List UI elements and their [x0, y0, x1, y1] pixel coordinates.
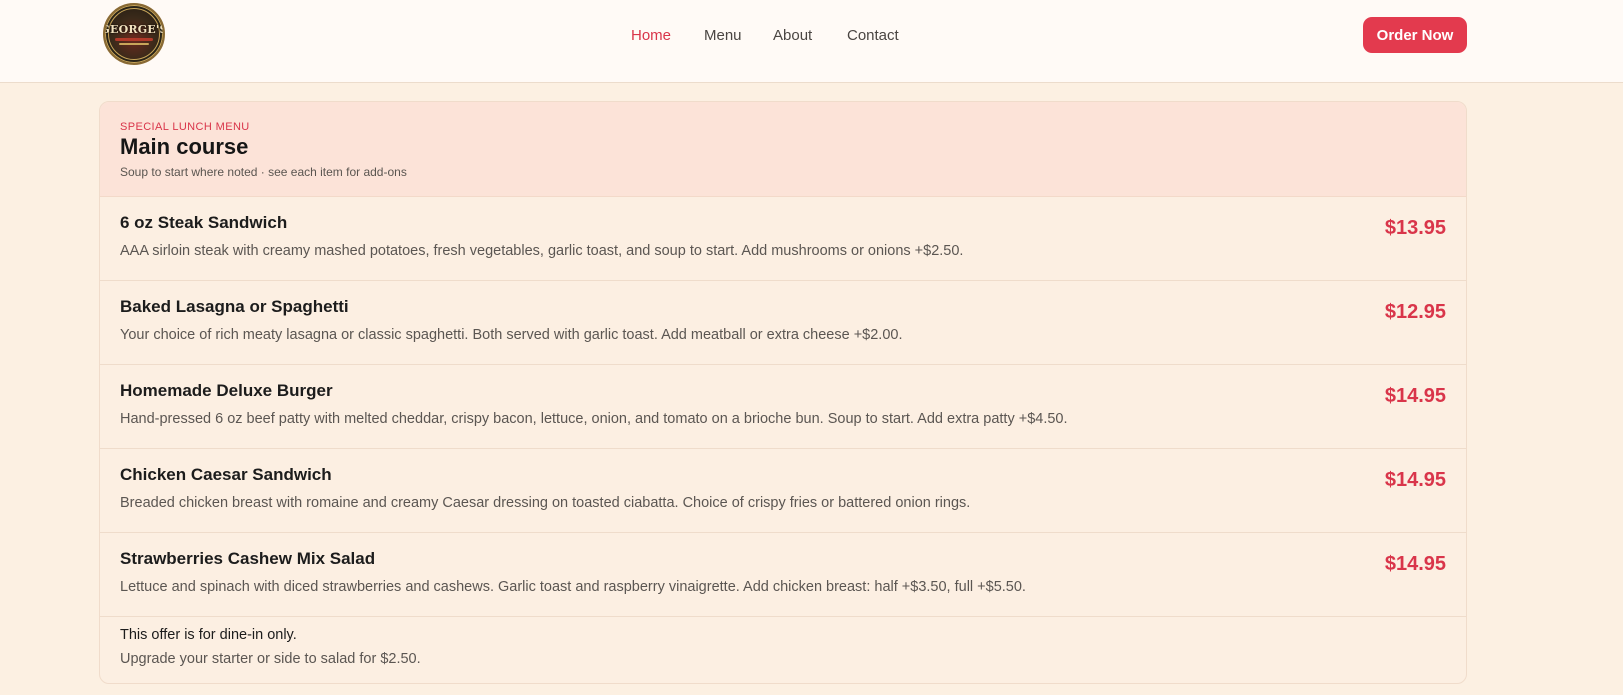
menu-item-name: Strawberries Cashew Mix Salad — [120, 549, 376, 568]
menu-item-price: $14.95 — [1384, 385, 1446, 407]
menu-item[interactable]: Chicken Caesar Sandwich Breaded chicken … — [100, 449, 1466, 533]
logo-emblem: GEORGE'S — [105, 8, 163, 60]
menu-item-name: Baked Lasagna or Spaghetti — [120, 297, 349, 316]
site-header: GEORGE'S Home Menu About Contact Order N… — [0, 0, 1623, 83]
dine-in-note: This offer is for dine-in only. — [120, 627, 297, 643]
menu-item[interactable]: Baked Lasagna or Spaghetti Your choice o… — [100, 281, 1466, 365]
menu-item-name: Homemade Deluxe Burger — [120, 381, 333, 400]
order-now-button[interactable]: Order Now — [1363, 17, 1467, 53]
menu-item-price: $12.95 — [1384, 301, 1446, 323]
logo-text: GEORGE'S — [103, 23, 165, 36]
menu-item-description: AAA sirloin steak with creamy mashed pot… — [120, 243, 964, 259]
menu-item[interactable]: Strawberries Cashew Mix Salad Lettuce an… — [100, 533, 1466, 617]
georges-logo[interactable]: GEORGE'S — [103, 3, 165, 65]
menu-item-price: $14.95 — [1384, 553, 1446, 575]
nav-about[interactable]: About — [773, 24, 812, 48]
menu-item-description: Breaded chicken breast with romaine and … — [120, 495, 971, 511]
menu-eyebrow: SPECIAL LUNCH MENU — [120, 121, 250, 133]
menu-item-price: $13.95 — [1384, 217, 1446, 239]
menu-item-name: Chicken Caesar Sandwich — [120, 465, 332, 484]
salad-upgrade-note: Upgrade your starter or side to salad fo… — [120, 651, 421, 667]
menu-section-subtitle: Soup to start where noted · see each ite… — [120, 165, 407, 179]
nav-contact[interactable]: Contact — [847, 24, 899, 48]
menu-item-description: Your choice of rich meaty lasagna or cla… — [120, 327, 903, 343]
menu-section-header: SPECIAL LUNCH MENU Main course Soup to s… — [100, 102, 1466, 197]
menu-item-price: $14.95 — [1384, 469, 1446, 491]
menu-item-description: Hand-pressed 6 oz beef patty with melted… — [120, 411, 1068, 427]
menu-item[interactable]: Homemade Deluxe Burger Hand-pressed 6 oz… — [100, 365, 1466, 449]
logo-ribbon — [115, 38, 153, 41]
nav-menu[interactable]: Menu — [704, 24, 742, 48]
logo-ribbon-gold — [119, 43, 149, 45]
lunch-menu-card: SPECIAL LUNCH MENU Main course Soup to s… — [99, 101, 1467, 684]
menu-item[interactable]: 6 oz Steak Sandwich AAA sirloin steak wi… — [100, 197, 1466, 281]
menu-item-description: Lettuce and spinach with diced strawberr… — [120, 579, 1026, 595]
nav-home[interactable]: Home — [631, 24, 671, 48]
menu-section-title: Main course — [120, 134, 249, 159]
menu-item-name: 6 oz Steak Sandwich — [120, 213, 288, 232]
